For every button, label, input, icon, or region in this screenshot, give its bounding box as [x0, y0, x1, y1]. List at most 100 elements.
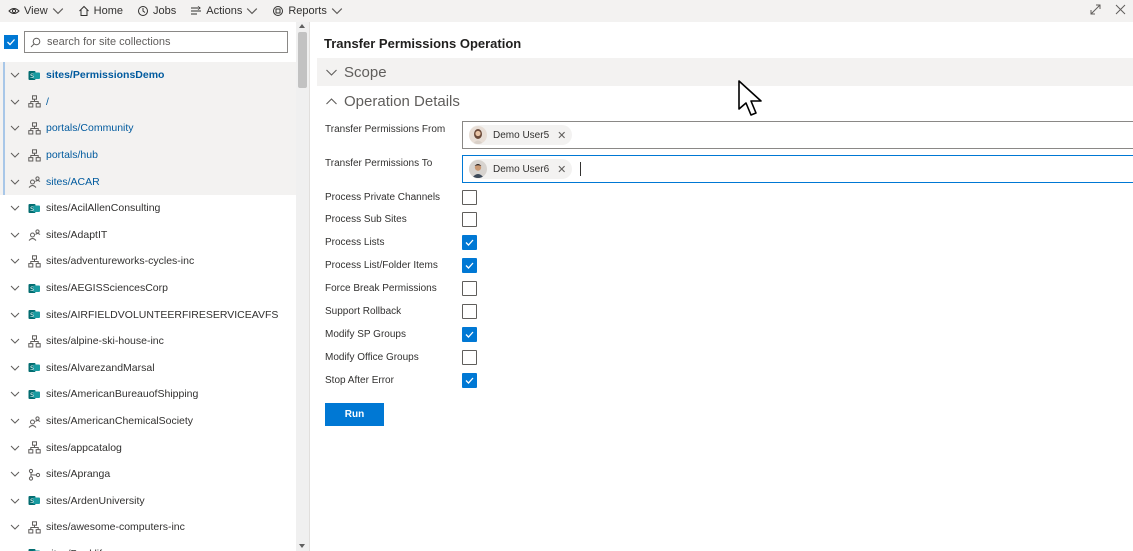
site-list-item[interactable]: sites/adventureworks-cycles-inc	[0, 248, 296, 275]
people-site-icon	[28, 228, 41, 242]
site-list-item[interactable]: portals/hub	[0, 141, 296, 169]
remove-persona-icon[interactable]: ✕	[557, 129, 566, 142]
home-button[interactable]: Home	[78, 5, 123, 17]
chevron-down-icon[interactable]	[10, 416, 20, 426]
option-checkbox[interactable]	[462, 189, 477, 205]
option-checkbox[interactable]	[462, 235, 477, 251]
site-hierarchy-icon	[28, 255, 41, 268]
transfer-to-picker[interactable]: Demo User6 ✕	[462, 155, 1133, 183]
site-list-item[interactable]: sites/Apranga	[0, 461, 296, 488]
checkmark-icon	[7, 39, 15, 46]
chevron-down-icon[interactable]	[10, 389, 20, 399]
chevron-down-icon[interactable]	[10, 443, 20, 453]
site-list-item[interactable]: Ssites/AlvarezandMarsal	[0, 355, 296, 382]
svg-text:S: S	[30, 365, 34, 372]
remove-persona-icon[interactable]: ✕	[557, 163, 566, 176]
scroll-down-arrow-icon[interactable]	[299, 544, 305, 548]
site-list-item[interactable]: Ssites/AmericanBureauofShipping	[0, 381, 296, 408]
jobs-icon	[138, 6, 148, 16]
transfer-to-label: Transfer Permissions To	[325, 158, 433, 169]
reports-menu[interactable]: Reports	[272, 5, 343, 17]
chevron-down-icon[interactable]	[10, 97, 20, 107]
chevron-down-icon[interactable]	[10, 177, 20, 187]
run-button[interactable]: Run	[325, 403, 384, 426]
site-list-item[interactable]: sites/ACAR	[0, 168, 296, 195]
option-checkbox[interactable]	[462, 372, 477, 388]
scope-section-header[interactable]: Scope	[317, 58, 1133, 86]
site-list-item[interactable]: sites/appcatalog	[0, 434, 296, 461]
scope-label: Scope	[344, 63, 387, 81]
site-list-item[interactable]: sites/alpine-ski-house-inc	[0, 328, 296, 355]
mouse-cursor-icon	[738, 80, 762, 116]
site-list-item[interactable]: Ssites/Banklife	[0, 541, 296, 551]
svg-text:S: S	[30, 498, 34, 505]
chevron-down-icon[interactable]	[10, 522, 20, 532]
transfer-from-picker[interactable]: Demo User5 ✕	[462, 121, 1133, 149]
svg-text:S: S	[30, 392, 34, 399]
site-list-item[interactable]: Ssites/ArdenUniversity	[0, 488, 296, 515]
actions-menu[interactable]: Actions	[190, 5, 258, 17]
site-list-item[interactable]: sites/AdaptIT	[0, 222, 296, 249]
persona-to: Demo User6 ✕	[469, 159, 573, 179]
sidebar-scrollbar[interactable]	[296, 22, 309, 551]
select-all-checkbox[interactable]	[4, 35, 18, 49]
operation-details-header[interactable]: Operation Details	[317, 87, 1133, 115]
page-title: Transfer Permissions Operation	[324, 36, 522, 51]
site-label: sites/appcatalog	[46, 441, 122, 454]
chevron-down-icon[interactable]	[10, 336, 20, 346]
site-label: sites/AmericanBureauofShipping	[46, 388, 199, 401]
site-list-item[interactable]: portals/Community	[0, 115, 296, 142]
option-label: Process Sub Sites	[325, 214, 407, 226]
option-checkbox[interactable]	[462, 349, 477, 365]
site-label: sites/AcilAllenConsulting	[46, 202, 161, 215]
expand-icon[interactable]	[1089, 3, 1102, 16]
site-list-item[interactable]: Ssites/AcilAllenConsulting	[0, 195, 296, 222]
jobs-button[interactable]: Jobs	[137, 5, 176, 17]
site-list-item[interactable]: sites/awesome-computers-inc	[0, 514, 296, 541]
chevron-down-icon[interactable]	[10, 203, 20, 213]
svg-text:S: S	[30, 206, 34, 213]
chevron-down-icon[interactable]	[10, 150, 20, 160]
chevron-down-icon[interactable]	[10, 310, 20, 320]
site-list: Ssites/PermissionsDemo / portals/Community…	[0, 62, 296, 551]
site-list-item[interactable]: /	[0, 88, 296, 116]
chevron-down-icon	[52, 8, 63, 15]
site-collection-sidebar: Ssites/PermissionsDemo / portals/Community…	[0, 22, 310, 551]
svg-text:S: S	[30, 312, 34, 319]
actions-icon	[191, 6, 202, 15]
actions-label: Actions	[206, 5, 243, 17]
option-checkbox[interactable]	[462, 212, 477, 228]
site-hierarchy-icon	[28, 521, 41, 534]
chevron-down-icon[interactable]	[10, 496, 20, 506]
site-list-item[interactable]: Ssites/AEGISSciencesCorp	[0, 275, 296, 302]
option-checkbox[interactable]	[462, 258, 477, 274]
scroll-thumb[interactable]	[298, 32, 307, 88]
sharepoint-site-icon: S	[28, 282, 41, 295]
option-checkbox[interactable]	[462, 326, 477, 342]
option-checkbox[interactable]	[462, 304, 477, 319]
option-checkbox[interactable]	[462, 281, 477, 297]
site-list-item[interactable]: Ssites/PermissionsDemo	[0, 62, 296, 89]
site-label: sites/alpine-ski-house-inc	[46, 335, 164, 348]
chevron-down-icon[interactable]	[10, 123, 20, 133]
chevron-down-icon[interactable]	[10, 230, 20, 240]
close-icon[interactable]	[1114, 3, 1127, 16]
site-label: sites/awesome-computers-inc	[46, 521, 185, 534]
site-label: sites/PermissionsDemo	[46, 69, 165, 82]
chevron-down-icon[interactable]	[10, 283, 20, 293]
scroll-up-arrow-icon[interactable]	[299, 24, 305, 28]
site-list-item[interactable]: sites/AmericanChemicalSociety	[0, 408, 296, 435]
site-label: sites/AIRFIELDVOLUNTEERFIRESERVICEAVFS	[46, 308, 279, 321]
site-label: sites/ACAR	[46, 175, 100, 188]
chevron-down-icon[interactable]	[10, 469, 20, 479]
site-list-item[interactable]: Ssites/AIRFIELDVOLUNTEERFIRESERVICEAVFS	[0, 301, 296, 328]
chevron-down-icon[interactable]	[10, 70, 20, 80]
chevron-down-icon[interactable]	[10, 363, 20, 373]
search-input[interactable]	[47, 36, 277, 48]
site-label: sites/Apranga	[46, 468, 111, 481]
view-menu[interactable]: View	[8, 5, 64, 17]
search-box[interactable]	[24, 31, 288, 53]
chevron-down-icon[interactable]	[10, 256, 20, 266]
persona-name: Demo User5	[493, 129, 550, 141]
eye-icon	[8, 8, 20, 14]
